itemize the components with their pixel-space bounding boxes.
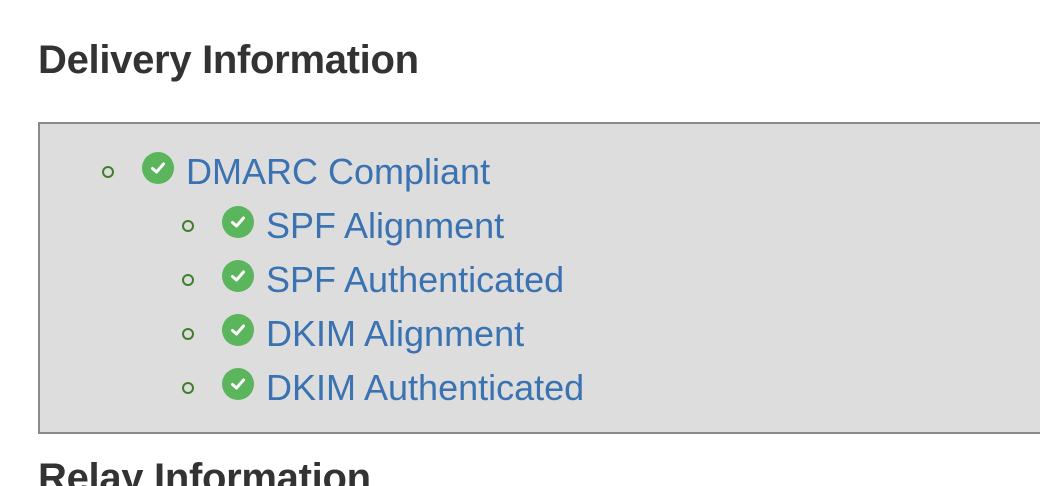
page: Delivery Information DMARC Compliant SPF…	[0, 0, 1040, 486]
list-bullet	[182, 382, 194, 394]
delivery-information-panel: DMARC Compliant SPF Alignment SPF Authen…	[38, 122, 1040, 434]
list-bullet	[102, 166, 114, 178]
list-item-dkim-authenticated: DKIM Authenticated	[182, 366, 584, 410]
list-bullet	[182, 274, 194, 286]
list-item-spf-authenticated: SPF Authenticated	[182, 258, 564, 302]
spf-alignment-link[interactable]: SPF Alignment	[266, 208, 504, 244]
list-bullet	[182, 328, 194, 340]
check-circle-icon	[142, 152, 174, 184]
spf-authenticated-link[interactable]: SPF Authenticated	[266, 262, 564, 298]
check-circle-icon	[222, 260, 254, 292]
relay-information-heading: Relay Information	[38, 456, 371, 486]
check-circle-icon	[222, 206, 254, 238]
dkim-alignment-link[interactable]: DKIM Alignment	[266, 316, 524, 352]
list-bullet	[182, 220, 194, 232]
check-circle-icon	[222, 368, 254, 400]
dmarc-compliant-link[interactable]: DMARC Compliant	[186, 154, 490, 190]
dkim-authenticated-link[interactable]: DKIM Authenticated	[266, 370, 584, 406]
delivery-information-heading: Delivery Information	[38, 38, 419, 82]
list-item-spf-alignment: SPF Alignment	[182, 204, 504, 248]
list-item-dkim-alignment: DKIM Alignment	[182, 312, 524, 356]
check-circle-icon	[222, 314, 254, 346]
list-item-dmarc-compliant: DMARC Compliant	[102, 150, 490, 194]
